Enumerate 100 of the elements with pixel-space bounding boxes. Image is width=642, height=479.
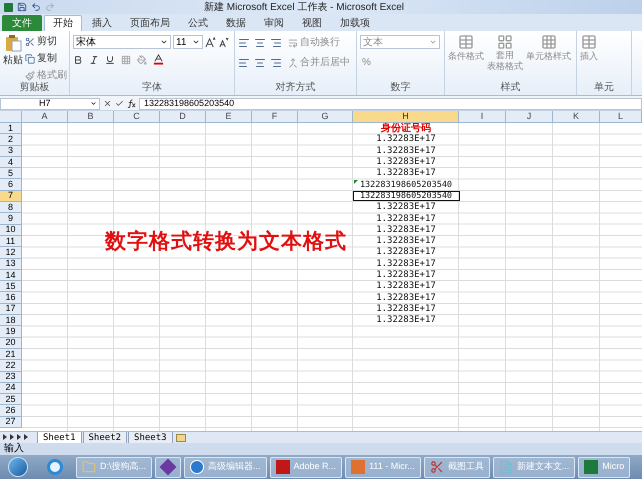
row-header[interactable]: 14 bbox=[0, 270, 22, 282]
ribbon-tab[interactable]: 数据 bbox=[218, 15, 254, 31]
row-header[interactable]: 17 bbox=[0, 304, 22, 316]
row-header[interactable]: 18 bbox=[0, 315, 22, 326]
save-icon[interactable] bbox=[17, 2, 27, 12]
grow-font-icon[interactable] bbox=[205, 36, 216, 48]
row-header[interactable]: 8 bbox=[0, 202, 22, 214]
sheet-tab[interactable]: Sheet2 bbox=[82, 432, 128, 444]
column-header[interactable]: C bbox=[114, 111, 160, 122]
enter-icon[interactable] bbox=[115, 99, 124, 108]
row-header[interactable]: 15 bbox=[0, 281, 22, 292]
browser-icon[interactable] bbox=[47, 459, 63, 475]
ribbon-tab[interactable]: 视图 bbox=[294, 15, 330, 31]
table-cell: 132283198605203540 bbox=[360, 192, 452, 201]
row-header[interactable]: 3 bbox=[0, 146, 22, 157]
window-title: 新建 Microsoft Excel 工作表 - Microsoft Excel bbox=[204, 0, 404, 14]
column-header[interactable]: F bbox=[252, 111, 298, 122]
row-header[interactable]: 6 bbox=[0, 179, 22, 191]
copy-icon bbox=[25, 54, 35, 64]
underline-icon bbox=[105, 54, 115, 64]
undo-icon[interactable] bbox=[31, 2, 41, 12]
italic-icon bbox=[89, 54, 99, 64]
row-header[interactable]: 16 bbox=[0, 292, 22, 304]
table-cell: 1.32283E+17 bbox=[376, 203, 436, 212]
column-header[interactable]: J bbox=[506, 111, 553, 122]
column-header[interactable]: H bbox=[353, 111, 459, 122]
column-header[interactable]: I bbox=[459, 111, 506, 122]
dropdown-caret-icon bbox=[90, 100, 97, 107]
table-cell: 1.32283E+17 bbox=[376, 214, 436, 224]
copy-button[interactable]: 复制 bbox=[23, 51, 69, 66]
row-header[interactable]: 27 bbox=[0, 416, 22, 428]
ribbon-tab[interactable]: 公式 bbox=[180, 15, 216, 31]
scissors-icon bbox=[430, 460, 444, 474]
row-header[interactable]: 13 bbox=[0, 258, 22, 270]
grid-icon bbox=[540, 34, 556, 50]
row-header[interactable]: 11 bbox=[0, 236, 22, 248]
ribbon-tab[interactable]: 审阅 bbox=[256, 15, 292, 31]
name-box[interactable]: H7 bbox=[0, 98, 100, 110]
row-header[interactable]: 12 bbox=[0, 247, 22, 259]
row-header[interactable]: 24 bbox=[0, 382, 22, 394]
table-cell: 1.32283E+17 bbox=[376, 226, 436, 235]
spreadsheet-logo-icon bbox=[4, 2, 13, 12]
column-header[interactable]: D bbox=[160, 111, 206, 122]
ribbon-tab[interactable]: 插入 bbox=[84, 15, 120, 31]
ribbon-tab[interactable]: 加载项 bbox=[332, 15, 378, 31]
new-sheet-icon[interactable] bbox=[176, 434, 186, 442]
folder-icon bbox=[82, 460, 96, 474]
row-header[interactable]: 9 bbox=[0, 213, 22, 225]
row-header[interactable]: 4 bbox=[0, 156, 22, 168]
cut-button[interactable]: 剪切 bbox=[23, 34, 69, 49]
group-label: 剪贴板 bbox=[20, 83, 50, 93]
table-cell: 1.32283E+17 bbox=[376, 260, 436, 269]
cancel-icon[interactable] bbox=[103, 99, 112, 108]
row-header[interactable]: 23 bbox=[0, 372, 22, 383]
formula-field[interactable]: 132283198605203540 bbox=[139, 98, 642, 110]
column-header[interactable]: E bbox=[206, 111, 252, 122]
row-header[interactable]: 10 bbox=[0, 224, 22, 236]
circle-logo-icon bbox=[190, 460, 204, 474]
table-cell: 1.32283E+17 bbox=[376, 271, 436, 280]
row-header[interactable]: 1 bbox=[0, 123, 22, 134]
ribbon-tab[interactable]: 页面布局 bbox=[122, 15, 178, 31]
table-cell: 1.32283E+17 bbox=[376, 304, 436, 314]
font-color-icon[interactable] bbox=[153, 54, 164, 65]
row-header[interactable]: 22 bbox=[0, 360, 22, 372]
group-label: 样式 bbox=[500, 83, 520, 93]
start-button[interactable] bbox=[8, 457, 28, 477]
group-label: 对齐方式 bbox=[276, 83, 316, 93]
paste-button[interactable]: 粘贴 bbox=[3, 31, 23, 83]
row-header[interactable]: 21 bbox=[0, 348, 22, 360]
align-right-icon bbox=[270, 56, 282, 68]
table-cell: 1.32283E+17 bbox=[376, 316, 436, 326]
column-header[interactable]: L bbox=[600, 111, 642, 122]
row-header[interactable]: 2 bbox=[0, 134, 22, 146]
font-size-field[interactable]: 11 bbox=[173, 35, 203, 49]
borders-icon bbox=[121, 54, 131, 64]
column-header[interactable]: K bbox=[553, 111, 600, 122]
function-icon[interactable] bbox=[127, 99, 136, 108]
row-header[interactable]: 26 bbox=[0, 405, 22, 417]
row-header[interactable]: 20 bbox=[0, 338, 22, 349]
sheet-tab[interactable]: Sheet3 bbox=[128, 432, 173, 444]
table-cell: 身份证号码 bbox=[381, 124, 431, 134]
row-header[interactable]: 19 bbox=[0, 326, 22, 338]
column-header[interactable]: B bbox=[68, 111, 114, 122]
table-cell: 1.32283E+17 bbox=[376, 294, 436, 303]
ribbon-tab[interactable]: 开始 bbox=[44, 15, 82, 31]
file-tab[interactable]: 文件 bbox=[2, 15, 42, 31]
dropdown-caret-icon bbox=[429, 38, 437, 46]
font-name-field[interactable]: 宋体 bbox=[73, 35, 171, 49]
row-header[interactable]: 5 bbox=[0, 168, 22, 180]
taskbar-button[interactable] bbox=[155, 456, 182, 478]
dropdown-caret-icon bbox=[160, 38, 168, 46]
table-cell: 1.32283E+17 bbox=[376, 135, 436, 144]
sheet-tab[interactable]: Sheet1 bbox=[37, 432, 82, 444]
row-header[interactable]: 25 bbox=[0, 394, 22, 406]
shrink-font-icon[interactable] bbox=[218, 36, 229, 48]
column-header[interactable]: A bbox=[22, 111, 68, 122]
number-format-field[interactable]: 文本 bbox=[360, 35, 440, 49]
paintbrush-icon bbox=[25, 70, 35, 80]
status-mode: 输入 bbox=[4, 444, 24, 454]
row-header[interactable]: 7 bbox=[0, 190, 22, 202]
